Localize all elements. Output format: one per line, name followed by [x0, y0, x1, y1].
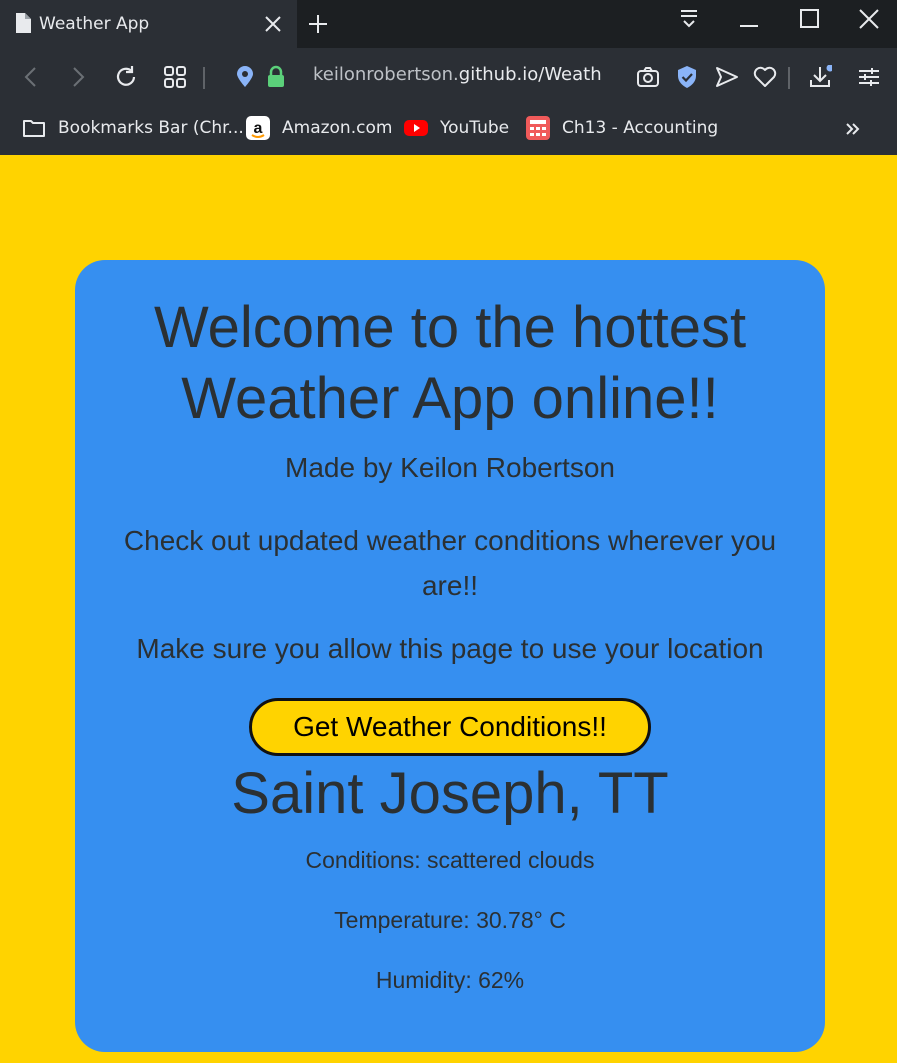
back-icon[interactable]: [19, 65, 43, 89]
reload-icon[interactable]: [114, 65, 138, 89]
toolbar-separator: [203, 67, 205, 89]
location-pin-icon[interactable]: [233, 65, 257, 89]
lock-icon[interactable]: [264, 65, 288, 89]
camera-icon[interactable]: [636, 65, 660, 89]
bookmark-ch13-accounting[interactable]: Ch13 - Accounting: [526, 115, 718, 141]
navigation-toolbar: keilonrobertson.github.io/Weath: [0, 48, 897, 106]
tab-title: Weather App: [39, 14, 150, 34]
author-credit: Made by Keilon Robertson: [285, 452, 615, 483]
conditions-text: Conditions: scattered clouds: [305, 847, 595, 873]
toolbar-separator: [788, 67, 790, 89]
document-icon: [16, 13, 31, 33]
bookmark-label: Ch13 - Accounting: [562, 118, 719, 138]
bookmark-youtube[interactable]: YouTube: [404, 115, 509, 141]
youtube-icon: [404, 120, 428, 136]
heart-icon[interactable]: [753, 65, 777, 89]
bookmark-amazon[interactable]: a Amazon.com: [246, 115, 392, 141]
url-path: /Weath: [538, 64, 602, 85]
bookmark-label: Amazon.com: [282, 118, 393, 138]
calculator-icon: [526, 116, 550, 140]
bookmark-bookmarks-bar[interactable]: Bookmarks Bar (Chr...: [22, 115, 244, 141]
tab-menu-icon[interactable]: [676, 6, 702, 32]
amazon-icon: a: [246, 116, 270, 140]
location-permission-note: Make sure you allow this page to use you…: [136, 633, 764, 664]
temperature-text: Temperature: 30.78° C: [334, 907, 566, 933]
download-icon[interactable]: [808, 65, 832, 89]
bookmark-label: YouTube: [440, 118, 510, 138]
close-window-icon[interactable]: [856, 6, 882, 32]
url-host: keilonrobertson.: [313, 64, 459, 85]
folder-icon: [23, 120, 45, 137]
forward-icon[interactable]: [66, 65, 90, 89]
tab-weather-app[interactable]: Weather App: [0, 0, 297, 48]
shield-icon[interactable]: [675, 65, 699, 89]
weather-card: Welcome to the hottest Weather App onlin…: [75, 260, 825, 1052]
chevron-double-right-icon[interactable]: [842, 118, 864, 140]
url-domain: github.io: [458, 64, 539, 85]
intro-text: Check out updated weather conditions whe…: [123, 525, 777, 601]
tab-strip: Weather App: [0, 0, 897, 48]
bookmark-label: Bookmarks Bar (Chr...: [58, 118, 244, 138]
svg-text:a: a: [254, 120, 263, 137]
browser-chrome: Weather App keilonrobertson.github.io/We…: [0, 0, 897, 155]
minimize-icon[interactable]: [736, 6, 762, 32]
settings-sliders-icon[interactable]: [857, 65, 881, 89]
humidity-text: Humidity: 62%: [375, 967, 525, 993]
speed-dial-icon[interactable]: [163, 65, 187, 89]
city-name: Saint Joseph, TT: [231, 761, 669, 826]
address-bar[interactable]: keilonrobertson.github.io/Weath: [313, 64, 602, 85]
send-icon[interactable]: [715, 65, 739, 89]
get-weather-button[interactable]: Get Weather Conditions!!: [249, 698, 651, 756]
maximize-icon[interactable]: [797, 6, 823, 32]
page-title: Welcome to the hottest Weather App onlin…: [153, 295, 747, 431]
bookmarks-bar: Bookmarks Bar (Chr... a Amazon.com YouTu…: [0, 106, 897, 155]
close-tab-icon[interactable]: [263, 14, 283, 34]
new-tab-icon[interactable]: [307, 13, 329, 35]
